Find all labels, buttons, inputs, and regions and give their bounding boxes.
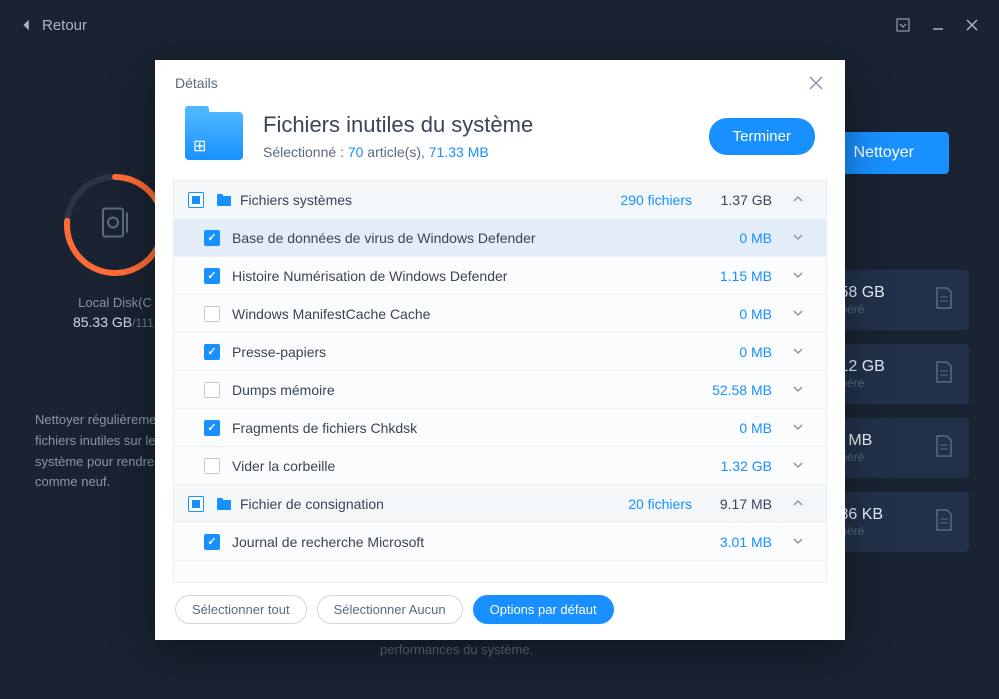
folder-small-icon — [216, 193, 232, 207]
item-size: 1.15 MB — [692, 268, 782, 284]
back-label: Retour — [42, 17, 87, 34]
chevron-down-icon[interactable] — [782, 533, 812, 550]
defaults-button[interactable]: Options par défaut — [473, 595, 614, 624]
disk-icon — [99, 209, 131, 242]
item-label: Vider la corbeille — [232, 458, 592, 474]
chevron-down-icon[interactable] — [782, 305, 812, 322]
item-checkbox[interactable] — [204, 420, 220, 436]
item-label: Journal de recherche Microsoft — [232, 534, 592, 550]
select-none-button[interactable]: Sélectionner Aucun — [317, 595, 463, 624]
item-label: Dumps mémoire — [232, 382, 592, 398]
file-list[interactable]: Fichiers systèmes 290 fichiers 1.37 GB B… — [173, 180, 827, 583]
close-window-button[interactable] — [965, 18, 979, 32]
details-modal: Détails Fichiers inutiles du système Sél… — [155, 60, 845, 640]
item-checkbox[interactable] — [204, 344, 220, 360]
modal-close-button[interactable] — [807, 74, 825, 92]
document-icon — [935, 435, 953, 462]
item-label: Base de données de virus de Windows Defe… — [232, 230, 592, 246]
item-row[interactable]: Fragments de fichiers Chkdsk 0 MB — [174, 409, 826, 447]
item-size: 3.01 MB — [692, 534, 782, 550]
chevron-down-icon[interactable] — [782, 419, 812, 436]
item-size: 0 MB — [692, 420, 782, 436]
item-checkbox[interactable] — [204, 534, 220, 550]
item-label: Presse-papiers — [232, 344, 592, 360]
item-checkbox[interactable] — [204, 230, 220, 246]
group-size: 1.37 GB — [692, 192, 782, 208]
minimize-button[interactable] — [931, 18, 945, 32]
item-row[interactable]: Vider la corbeille 1.32 GB — [174, 447, 826, 485]
item-row[interactable]: Presse-papiers 0 MB — [174, 333, 826, 371]
item-row[interactable]: Journal de recherche Microsoft 3.01 MB — [174, 523, 826, 561]
item-size: 52.58 MB — [692, 382, 782, 398]
bottom-text: performances du système. — [380, 642, 533, 657]
item-row[interactable]: Dumps mémoire 52.58 MB — [174, 371, 826, 409]
item-label: Fragments de fichiers Chkdsk — [232, 420, 592, 436]
back-arrow-icon — [20, 18, 34, 32]
item-row[interactable]: Base de données de virus de Windows Defe… — [174, 219, 826, 257]
document-icon — [935, 509, 953, 536]
item-size: 0 MB — [692, 230, 782, 246]
back-button[interactable]: Retour — [20, 17, 87, 34]
folder-icon — [185, 112, 243, 160]
chevron-down-icon[interactable] — [782, 267, 812, 284]
item-checkbox[interactable] — [204, 306, 220, 322]
modal-title: Fichiers inutiles du système — [263, 112, 689, 138]
document-icon — [935, 287, 953, 314]
chevron-down-icon[interactable] — [782, 381, 812, 398]
group-checkbox[interactable] — [188, 192, 204, 208]
chevron-down-icon[interactable] — [782, 457, 812, 474]
chevron-up-icon[interactable] — [782, 495, 812, 512]
terminer-button[interactable]: Terminer — [709, 118, 815, 155]
item-size: 0 MB — [692, 306, 782, 322]
item-row[interactable]: Histoire Numérisation de Windows Defende… — [174, 257, 826, 295]
group-size: 9.17 MB — [692, 496, 782, 512]
group-label: Fichier de consignation — [240, 496, 592, 512]
disk-usage-ring — [60, 170, 170, 280]
chevron-down-icon[interactable] — [782, 229, 812, 246]
group-count: 290 fichiers — [592, 192, 692, 208]
group-checkbox[interactable] — [188, 496, 204, 512]
modal-header-title: Détails — [175, 75, 218, 91]
item-checkbox[interactable] — [204, 382, 220, 398]
close-icon — [807, 74, 825, 92]
item-size: 0 MB — [692, 344, 782, 360]
group-label: Fichiers systèmes — [240, 192, 592, 208]
group-row[interactable]: Fichiers systèmes 290 fichiers 1.37 GB — [174, 181, 826, 219]
item-size: 1.32 GB — [692, 458, 782, 474]
item-checkbox[interactable] — [204, 458, 220, 474]
item-row[interactable]: Windows ManifestCache Cache 0 MB — [174, 295, 826, 333]
chevron-down-icon[interactable] — [782, 343, 812, 360]
group-count: 20 fichiers — [592, 496, 692, 512]
item-checkbox[interactable] — [204, 268, 220, 284]
document-icon — [935, 361, 953, 388]
item-label: Histoire Numérisation de Windows Defende… — [232, 268, 592, 284]
group-row[interactable]: Fichier de consignation 20 fichiers 9.17… — [174, 485, 826, 523]
item-label: Windows ManifestCache Cache — [232, 306, 592, 322]
folder-small-icon — [216, 497, 232, 511]
chevron-up-icon[interactable] — [782, 191, 812, 208]
select-all-button[interactable]: Sélectionner tout — [175, 595, 307, 624]
modal-subtitle: Sélectionné : 70 article(s), 71.33 MB — [263, 144, 689, 160]
dropdown-icon[interactable] — [895, 17, 911, 33]
